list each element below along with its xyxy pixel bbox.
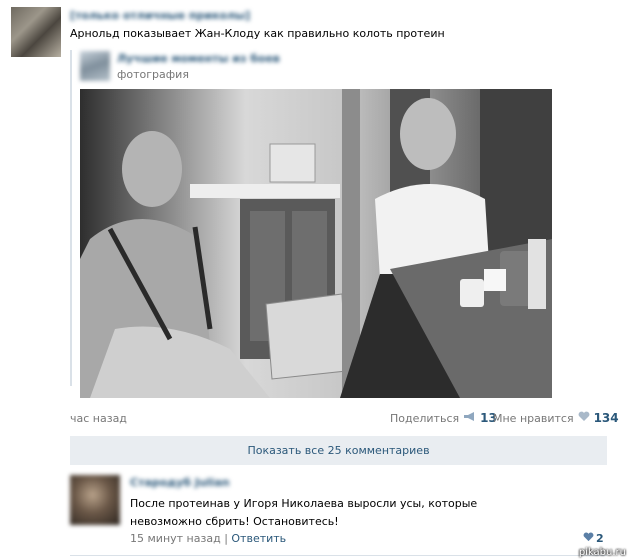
repost-group-name[interactable]: Лучшие моменты из боев [117, 52, 280, 65]
post-photo[interactable] [80, 89, 552, 398]
comment-text: После протеинав у Игоря Николаева выросл… [130, 497, 478, 528]
like-button[interactable]: Мне нравится 134 [493, 411, 619, 425]
comment-author-name[interactable]: Стародуб Julian [130, 476, 230, 489]
heart-icon [578, 411, 590, 425]
group-name[interactable]: [только отличные приколы] [70, 9, 250, 22]
heart-icon [583, 532, 594, 545]
show-all-comments-button[interactable]: Показать все 25 комментариев [70, 436, 607, 465]
comment-like-button[interactable]: 2 [583, 532, 604, 545]
comment-like-count: 2 [596, 532, 604, 545]
repost-group-avatar[interactable] [80, 51, 110, 81]
like-count: 134 [593, 411, 619, 425]
comment-timestamp[interactable]: 15 минут назад [130, 532, 221, 545]
share-label: Поделиться [390, 411, 460, 425]
group-avatar[interactable] [11, 7, 61, 57]
post-timestamp[interactable]: час назад [70, 412, 127, 425]
share-button[interactable]: Поделиться 13 [390, 411, 497, 425]
comment-author-avatar[interactable] [70, 475, 120, 525]
reply-link[interactable]: Ответить [231, 532, 286, 545]
repost-divider [70, 50, 72, 386]
megaphone-icon [463, 411, 476, 425]
comment-meta: 15 минут назад | Ответить [130, 532, 286, 545]
repost-subtitle: фотография [117, 68, 189, 81]
like-label: Мне нравится [493, 411, 574, 425]
divider [70, 555, 607, 556]
post-text: Арнольд показывает Жан-Клоду как правиль… [70, 27, 445, 40]
watermark: pikabu.ru [578, 547, 626, 558]
